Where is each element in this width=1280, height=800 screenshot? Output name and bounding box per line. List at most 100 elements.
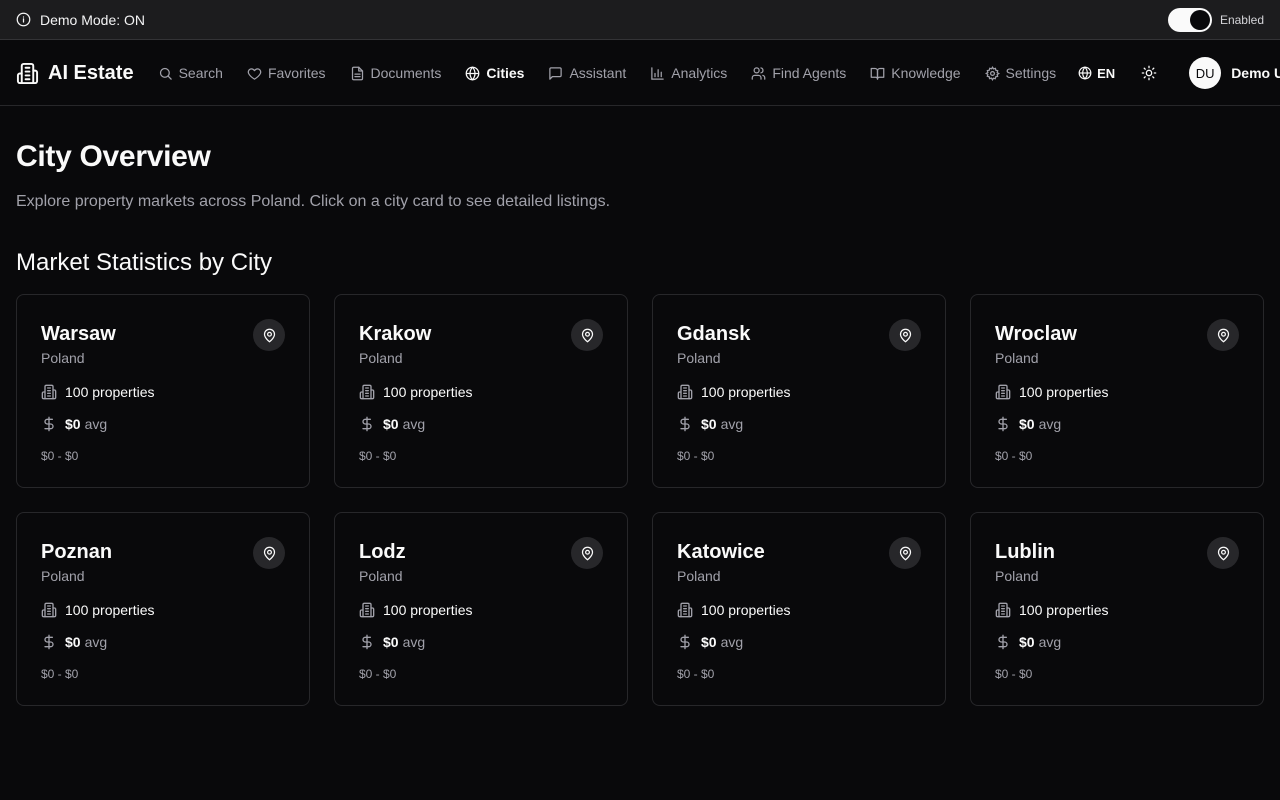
map-pin-icon (581, 546, 593, 561)
average-price: $0 (383, 634, 399, 650)
search-icon (159, 67, 172, 80)
nav-cities-label: Cities (486, 65, 525, 81)
map-pin-icon (263, 328, 275, 343)
nav-favorites[interactable]: Favorites (247, 65, 326, 81)
nav-find-agents-label: Find Agents (772, 65, 847, 81)
globe-icon (1078, 66, 1092, 80)
city-card[interactable]: Krakow Poland 100 properties $0 avg $0 - … (334, 294, 628, 488)
property-count: 100 properties (65, 602, 155, 618)
demo-mode-label: Demo Mode: ON (40, 11, 146, 28)
nav-documents-label: Documents (370, 65, 442, 81)
city-country: Poland (359, 350, 403, 366)
property-count: 100 properties (1019, 384, 1109, 400)
building-icon (995, 384, 1011, 400)
map-pin-icon (581, 328, 593, 343)
map-pin-icon (1217, 546, 1229, 561)
map-pin-badge (1207, 537, 1239, 569)
nav-cities[interactable]: Cities (465, 65, 524, 81)
average-price-row: $0 avg (677, 634, 743, 650)
property-count: 100 properties (383, 602, 473, 618)
average-price: $0 (65, 634, 81, 650)
nav-find-agents[interactable]: Find Agents (751, 65, 846, 81)
map-pin-badge (1207, 319, 1239, 351)
property-count-row: 100 properties (359, 602, 473, 618)
average-price-row: $0 avg (995, 634, 1061, 650)
bar-chart-icon (651, 66, 665, 80)
nav-settings-label: Settings (1005, 65, 1057, 81)
nav-search-label: Search (178, 65, 223, 81)
nav-settings[interactable]: Settings (984, 65, 1057, 81)
nav-documents[interactable]: Documents (350, 65, 442, 81)
price-range: $0 - $0 (359, 449, 397, 463)
sun-icon (1141, 65, 1157, 81)
average-suffix: avg (402, 634, 426, 650)
nav-knowledge[interactable]: Knowledge (870, 65, 961, 81)
city-name: Lublin (995, 541, 1055, 563)
nav-assistant-label: Assistant (569, 65, 627, 81)
price-range: $0 - $0 (995, 449, 1033, 463)
map-pin-icon (899, 328, 911, 343)
demo-mode-toggle[interactable] (1167, 7, 1212, 32)
property-count-row: 100 properties (41, 602, 155, 618)
city-name: Wroclaw (995, 323, 1077, 345)
property-count-row: 100 properties (995, 602, 1109, 618)
average-suffix: avg (1038, 634, 1062, 650)
city-card[interactable]: Poznan Poland 100 properties $0 avg $0 - … (16, 512, 310, 706)
map-pin-badge (253, 537, 285, 569)
building-icon (41, 602, 57, 618)
building-icon (41, 384, 57, 400)
price-range: $0 - $0 (41, 449, 79, 463)
city-card[interactable]: Lodz Poland 100 properties $0 avg $0 - $0 (334, 512, 628, 706)
nav-analytics-label: Analytics (671, 65, 728, 81)
average-suffix: avg (84, 634, 108, 650)
user-name: Demo U (1231, 65, 1280, 81)
theme-toggle[interactable] (1141, 65, 1157, 81)
price-range: $0 - $0 (41, 667, 79, 681)
dollar-icon (998, 634, 1008, 650)
city-card[interactable]: Katowice Poland 100 properties $0 avg $0 … (652, 512, 946, 706)
average-price-row: $0 avg (359, 416, 425, 432)
city-name: Gdansk (677, 323, 751, 345)
average-price: $0 (701, 416, 717, 432)
city-country: Poland (41, 350, 85, 366)
nav-assistant[interactable]: Assistant (548, 65, 626, 81)
average-suffix: avg (720, 634, 744, 650)
average-price: $0 (1019, 416, 1035, 432)
average-price-row: $0 avg (995, 416, 1061, 432)
user-menu[interactable]: DU Demo U (1189, 57, 1280, 89)
dollar-icon (998, 416, 1008, 432)
globe-icon (465, 65, 480, 81)
language-switcher[interactable]: EN (1078, 66, 1115, 81)
building-icon (677, 384, 693, 400)
nav-analytics[interactable]: Analytics (650, 65, 727, 81)
nav-knowledge-label: Knowledge (891, 65, 961, 81)
city-country: Poland (359, 568, 403, 584)
property-count: 100 properties (1019, 602, 1109, 618)
average-price: $0 (701, 634, 717, 650)
heart-icon (247, 67, 262, 80)
average-price-row: $0 avg (41, 416, 107, 432)
section-title: Market Statistics by City (16, 249, 273, 276)
demo-mode-bar: Demo Mode: ON Enabled (0, 0, 1280, 40)
map-pin-icon (899, 546, 911, 561)
property-count-row: 100 properties (677, 602, 791, 618)
demo-mode-toggle-label: Enabled (1219, 12, 1264, 27)
price-range: $0 - $0 (995, 667, 1033, 681)
average-price: $0 (1019, 634, 1035, 650)
nav-search[interactable]: Search (158, 65, 223, 81)
city-country: Poland (677, 568, 721, 584)
book-icon (870, 67, 885, 80)
city-name: Warsaw (41, 323, 116, 345)
building-icon (359, 384, 375, 400)
map-pin-icon (263, 546, 275, 561)
property-count-row: 100 properties (41, 384, 155, 400)
brand-logo-link[interactable]: AI Estate (16, 62, 134, 85)
price-range: $0 - $0 (677, 667, 715, 681)
city-card[interactable]: Wroclaw Poland 100 properties $0 avg $0 -… (970, 294, 1264, 488)
property-count: 100 properties (383, 384, 473, 400)
city-card[interactable]: Gdansk Poland 100 properties $0 avg $0 - … (652, 294, 946, 488)
property-count-row: 100 properties (995, 384, 1109, 400)
building-icon (677, 602, 693, 618)
city-card[interactable]: Warsaw Poland 100 properties $0 avg $0 - … (16, 294, 310, 488)
city-card[interactable]: Lublin Poland 100 properties $0 avg $0 - … (970, 512, 1264, 706)
